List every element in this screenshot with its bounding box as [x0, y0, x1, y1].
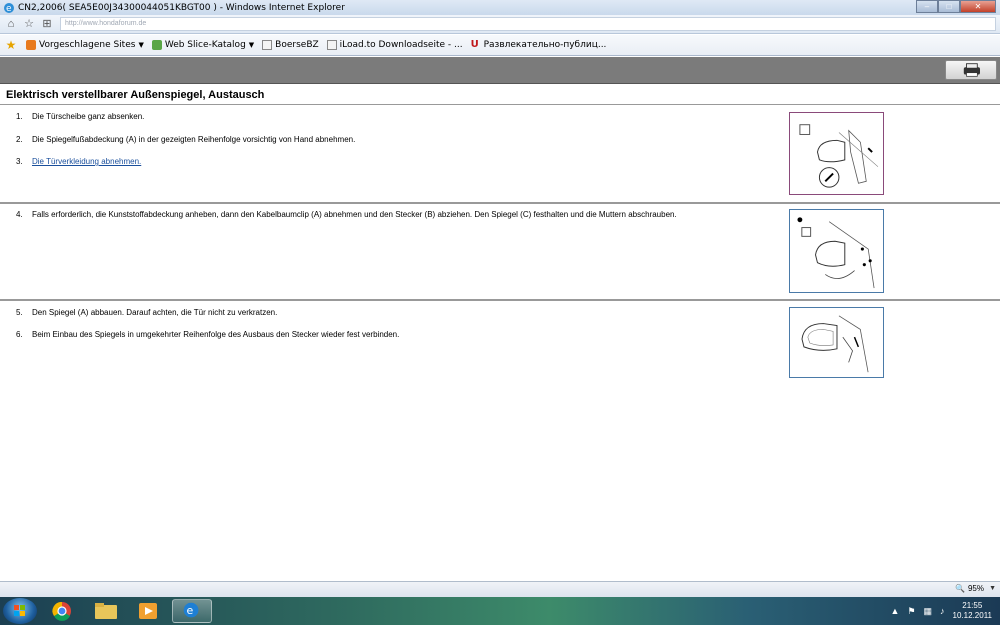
- fav-iload[interactable]: iLoad.to Downloadseite - ...: [326, 40, 463, 50]
- clock[interactable]: 21:55 10.12.2011: [953, 601, 992, 621]
- step-6: 6. Beim Einbau des Spiegels in umgekehrte…: [16, 330, 400, 339]
- ie-logo-icon: e: [4, 2, 14, 14]
- svg-text:e: e: [6, 4, 12, 14]
- window-title: CN2,2006( SEA5E00J34300044051KBGT00 ) - …: [18, 2, 345, 13]
- network-icon[interactable]: ▦: [924, 606, 933, 617]
- mirror-cover-illustration: [799, 124, 879, 188]
- taskbar-media-player[interactable]: [128, 599, 168, 623]
- door-panel-link[interactable]: Die Türverkleidung abnehmen.: [32, 157, 141, 166]
- fav-web-slice-katalog[interactable]: Web Slice-Katalog ▼: [151, 40, 255, 50]
- ie-window: e CN2,2006( SEA5E00J34300044051KBGT00 ) …: [0, 0, 1000, 625]
- zoom-icon: 🔍: [955, 584, 965, 593]
- fav-vorgeschlagene-sites[interactable]: Vorgeschlagene Sites ▼: [26, 40, 144, 50]
- show-hidden-icons-icon[interactable]: ▲: [891, 606, 900, 616]
- chevron-down-icon: ▼: [248, 41, 255, 49]
- web-slice-icon: [151, 40, 162, 50]
- media-player-icon: [139, 603, 157, 619]
- add-favorite-icon[interactable]: ⊞: [40, 17, 54, 31]
- printer-icon: [963, 63, 980, 77]
- magnet-icon: U: [470, 39, 479, 50]
- section-divider: [0, 299, 1000, 301]
- print-button[interactable]: [945, 60, 997, 80]
- taskbar-explorer[interactable]: [86, 599, 126, 623]
- mirror-nuts-illustration: [797, 217, 875, 289]
- step-2: 2. Die Spiegelfußabdeckung (A) in der gez…: [16, 135, 356, 144]
- suggested-sites-icon: [26, 40, 36, 50]
- step-4: 4. Falls erforderlich, die Kunststoffabde…: [16, 210, 677, 219]
- fav-boersebz[interactable]: BoerseBZ: [262, 40, 319, 50]
- step-3: 3. Die Türverkleidung abnehmen.: [16, 157, 142, 166]
- start-button[interactable]: [3, 598, 37, 624]
- volume-icon[interactable]: ♪: [940, 606, 945, 616]
- home-icon[interactable]: ⌂: [4, 17, 18, 31]
- title-bar: e CN2,2006( SEA5E00J34300044051KBGT00 ) …: [0, 0, 1000, 15]
- page-icon: [262, 40, 273, 50]
- favorites-star-icon[interactable]: ☆: [22, 17, 36, 31]
- page-header-bar: [0, 57, 1000, 84]
- clock-date: 10.12.2011: [952, 611, 992, 620]
- step-1: 1. Die Türscheibe ganz absenken.: [16, 112, 145, 121]
- step-5: 5. Den Spiegel (A) abbauen. Darauf achten…: [16, 308, 278, 317]
- ie-taskbar-icon: e: [183, 602, 199, 618]
- page-icon: [326, 40, 337, 50]
- svg-text:e: e: [187, 604, 194, 617]
- figure-mirror-nuts: [789, 209, 884, 293]
- maximize-button[interactable]: □: [938, 0, 960, 13]
- chrome-icon: [52, 601, 71, 621]
- status-bar: 🔍 95% ▼: [0, 581, 1000, 597]
- window-controls: – □ ✕: [916, 0, 996, 13]
- clock-time: 21:55: [962, 601, 983, 610]
- address-bar[interactable]: http://www.hondaforum.de: [60, 17, 996, 31]
- windows-logo-icon: [14, 605, 25, 616]
- chevron-down-icon: ▼: [138, 41, 144, 49]
- flag-icon[interactable]: ⚑: [907, 606, 915, 617]
- mirror-removal-illustration: [801, 315, 869, 373]
- figure-mirror-removal: [789, 307, 884, 378]
- taskbar: e ▲ ⚑ ▦ ♪ 21:55 10.12.2011: [0, 597, 1000, 625]
- taskbar-internet-explorer[interactable]: e: [172, 599, 212, 623]
- zoom-level: 95%: [967, 584, 984, 593]
- chevron-down-icon[interactable]: ▼: [989, 585, 996, 592]
- title-divider: [0, 104, 1000, 105]
- favorites-icon[interactable]: ★: [4, 38, 18, 52]
- favorites-bar: ★ Vorgeschlagene Sites ▼ Web Slice-Katalo…: [0, 35, 1000, 56]
- document-content: Elektrisch verstellbarer Außenspiegel, A…: [0, 84, 1000, 581]
- figure-mirror-cover: [789, 112, 884, 195]
- fav-russian-site[interactable]: U Развлекательно-публиц...: [470, 39, 607, 51]
- folder-icon: [95, 603, 117, 619]
- navigation-row: ⌂ ☆ ⊞ http://www.hondaforum.de: [0, 15, 1000, 34]
- section-divider: [0, 202, 1000, 204]
- close-button[interactable]: ✕: [960, 0, 996, 13]
- system-tray: ▲ ⚑ ▦ ♪ 21:55 10.12.2011: [891, 601, 992, 621]
- minimize-button[interactable]: –: [916, 0, 938, 13]
- page-title: Elektrisch verstellbarer Außenspiegel, A…: [6, 89, 265, 101]
- taskbar-chrome[interactable]: [42, 599, 82, 623]
- zoom-control[interactable]: 🔍 95%: [955, 584, 984, 593]
